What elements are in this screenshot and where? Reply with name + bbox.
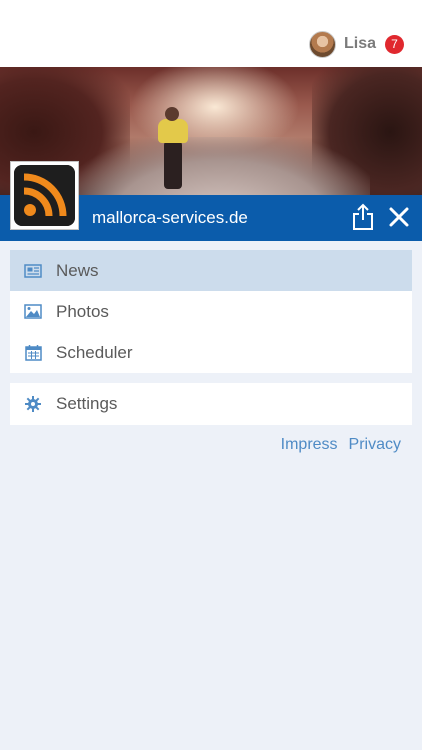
top-bar: Lisa 7 [0,0,422,67]
user-name[interactable]: Lisa [344,35,376,53]
cover-cyclist-head [165,107,179,121]
cover-cyclist-jersey [158,119,188,143]
cover-cyclist-legs [164,141,182,189]
menu-item-news[interactable]: News [10,250,412,291]
notification-badge[interactable]: 7 [385,34,404,54]
settings-menu: Settings [10,383,412,425]
calendar-icon [24,344,42,362]
menu-item-label: Photos [56,301,109,321]
gear-icon [24,395,42,413]
avatar[interactable] [308,30,336,58]
user-profile[interactable]: Lisa 7 [308,30,404,58]
menu-item-settings[interactable]: Settings [10,383,412,424]
main-menu: News Photos Scheduler [10,250,412,373]
menu-item-label: News [56,260,99,280]
menu-item-photos[interactable]: Photos [10,291,412,332]
close-button[interactable] [388,206,410,228]
footer-links: Impress Privacy [281,436,401,454]
share-button[interactable] [352,203,374,231]
impress-link[interactable]: Impress [281,436,338,454]
site-title: mallorca-services.de [92,208,248,227]
cover-road [70,137,370,195]
rss-icon [14,165,75,226]
share-icon [353,203,373,230]
site-logo [10,161,79,230]
image-icon [24,303,42,321]
menu-item-scheduler[interactable]: Scheduler [10,332,412,373]
privacy-link[interactable]: Privacy [349,436,401,454]
menu-item-label: Settings [56,393,118,413]
menu-item-label: Scheduler [56,342,133,362]
newspaper-icon [24,262,42,280]
close-icon [389,207,409,227]
